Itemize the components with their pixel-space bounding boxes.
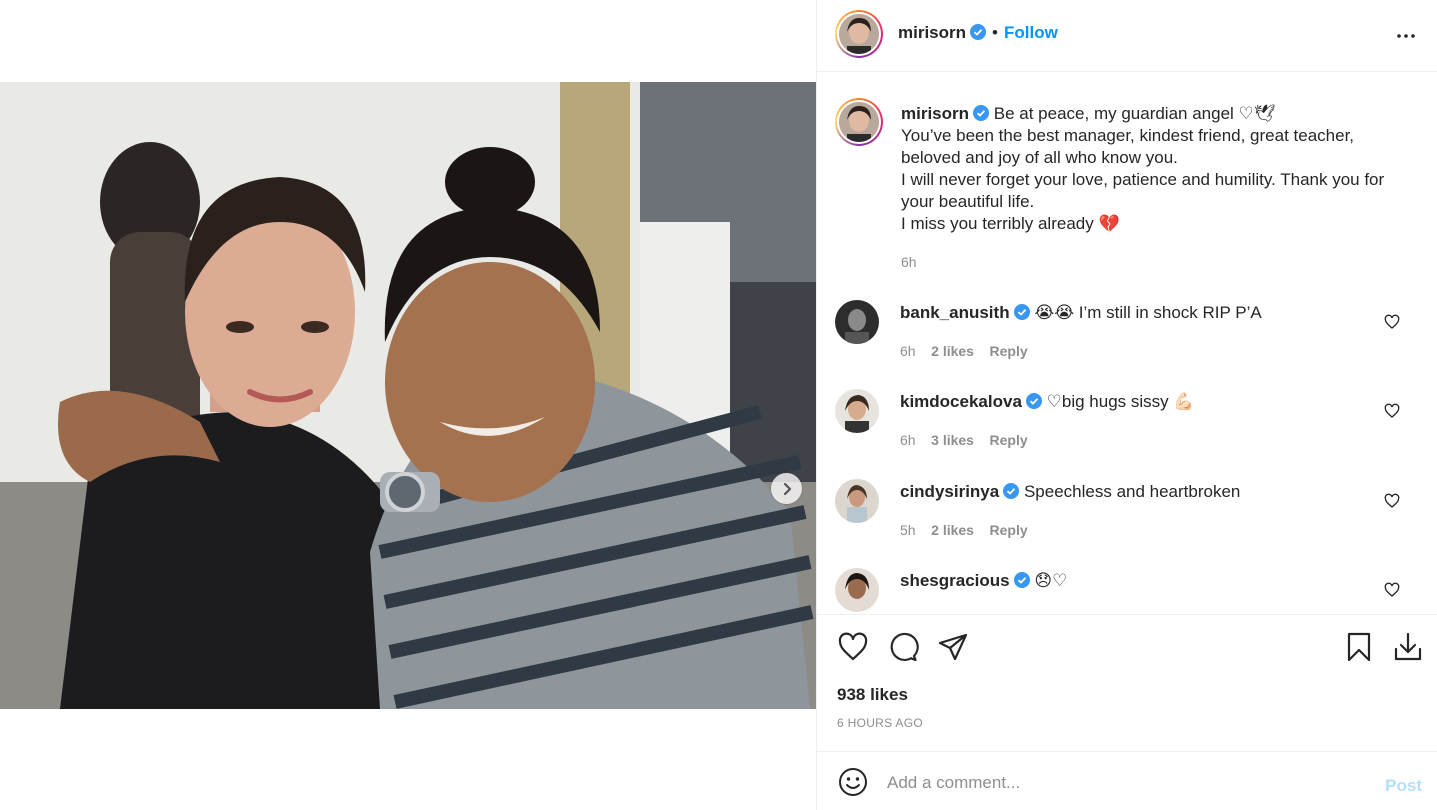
- heart-icon[interactable]: [837, 631, 869, 663]
- comment-time[interactable]: 5h: [900, 522, 916, 538]
- comment-username[interactable]: cindysirinya: [900, 482, 999, 501]
- comment-item: cindysirinya Speechless and heartbroken …: [835, 479, 1420, 549]
- comment-body: kimdocekalova ♡big hugs sissy 💪🏻: [900, 391, 1195, 413]
- comment-text: 😭😭 I’m still in shock RIP P’A: [1034, 303, 1262, 322]
- author-username[interactable]: mirisorn: [898, 23, 966, 42]
- caption-line: Be at peace, my guardian angel ♡🕊: [993, 104, 1276, 123]
- author-avatar[interactable]: [835, 10, 883, 58]
- caption-line: I will never forget your love, patience …: [901, 170, 1385, 189]
- next-photo-button[interactable]: [771, 473, 802, 504]
- share-icon[interactable]: [937, 631, 969, 663]
- commenter-avatar[interactable]: [835, 568, 879, 612]
- commenter-avatar-image: [835, 568, 879, 612]
- comment-heart-icon[interactable]: [1384, 493, 1400, 509]
- caption-avatar[interactable]: [835, 98, 883, 146]
- comment-item: kimdocekalova ♡big hugs sissy 💪🏻 6h 3 li…: [835, 389, 1420, 459]
- download-icon[interactable]: [1392, 631, 1424, 663]
- comment-icon[interactable]: [887, 631, 919, 663]
- comment-username[interactable]: bank_anusith: [900, 303, 1010, 322]
- comment-item: bank_anusith 😭😭 I’m still in shock RIP P…: [835, 300, 1420, 370]
- reply-button[interactable]: Reply: [990, 343, 1028, 359]
- reply-button[interactable]: Reply: [990, 432, 1028, 448]
- comment-body: shesgracious 😞♡: [900, 570, 1067, 592]
- verified-badge-icon: [1013, 304, 1030, 320]
- comment-heart-icon[interactable]: [1384, 403, 1400, 419]
- header-user-line: mirisorn • Follow: [898, 23, 1058, 43]
- chevron-right-icon: [783, 482, 791, 495]
- post-photo[interactable]: [0, 82, 816, 709]
- verified-badge-icon: [1003, 483, 1020, 499]
- caption-username[interactable]: mirisorn: [901, 104, 969, 123]
- comment-username[interactable]: shesgracious: [900, 571, 1010, 590]
- commenter-avatar-image: [835, 389, 879, 433]
- caption-line: I miss you terribly already 💔: [901, 214, 1120, 233]
- caption-avatar-image: [839, 102, 879, 142]
- comment-time[interactable]: 6h: [900, 432, 916, 448]
- photo-illustration: [0, 82, 816, 709]
- emoji-icon[interactable]: [837, 766, 869, 798]
- likes-count[interactable]: 938 likes: [837, 685, 908, 705]
- bookmark-icon[interactable]: [1343, 631, 1375, 663]
- comment-meta: 6h 2 likes Reply: [900, 343, 1028, 359]
- post-sidebar: mirisorn • Follow mirisorn Be at peace, my…: [816, 0, 1437, 810]
- commenter-avatar-image: [835, 300, 879, 344]
- post-comment-button[interactable]: Post: [1385, 776, 1422, 796]
- post-header: mirisorn • Follow: [817, 0, 1437, 72]
- comment-text: ♡big hugs sissy 💪🏻: [1046, 392, 1195, 411]
- verified-badge-icon: [970, 24, 987, 40]
- comment-heart-icon[interactable]: [1384, 314, 1400, 330]
- comment-heart-icon[interactable]: [1384, 582, 1400, 598]
- commenter-avatar[interactable]: [835, 300, 879, 344]
- comment-meta: 6h 3 likes Reply: [900, 432, 1028, 448]
- caption-line: beloved and joy of all who know you.: [901, 148, 1178, 167]
- comment-text: Speechless and heartbroken: [1023, 482, 1241, 501]
- commenter-avatar-image: [835, 479, 879, 523]
- verified-badge-icon: [1013, 572, 1030, 588]
- post-actions: 938 likes 6 HOURS AGO: [817, 614, 1437, 750]
- comment-meta: 5h 2 likes Reply: [900, 522, 1028, 538]
- comment-likes[interactable]: 2 likes: [931, 522, 974, 538]
- comment-likes[interactable]: 3 likes: [931, 432, 974, 448]
- caption-line: your beautiful life.: [901, 192, 1035, 211]
- commenter-avatar[interactable]: [835, 479, 879, 523]
- comment-text: 😞♡: [1034, 571, 1068, 590]
- verified-badge-icon: [973, 105, 990, 121]
- caption-line: You’ve been the best manager, kindest fr…: [901, 126, 1355, 145]
- more-horizontal-icon[interactable]: [1394, 24, 1418, 48]
- media-pane: [0, 0, 816, 810]
- comment-body: cindysirinya Speechless and heartbroken: [900, 481, 1240, 503]
- follow-button[interactable]: Follow: [1004, 23, 1058, 42]
- separator-dot: •: [992, 23, 998, 42]
- comment-likes[interactable]: 2 likes: [931, 343, 974, 359]
- caption-timestamp[interactable]: 6h: [901, 251, 1421, 273]
- post-caption: mirisorn Be at peace, my guardian angel …: [901, 103, 1421, 273]
- verified-badge-icon: [1025, 393, 1042, 409]
- commenter-avatar[interactable]: [835, 389, 879, 433]
- comment-item: shesgracious 😞♡: [835, 568, 1420, 614]
- comment-username[interactable]: kimdocekalova: [900, 392, 1022, 411]
- comment-body: bank_anusith 😭😭 I’m still in shock RIP P…: [900, 302, 1262, 324]
- reply-button[interactable]: Reply: [990, 522, 1028, 538]
- post-timestamp[interactable]: 6 HOURS AGO: [837, 716, 923, 730]
- comment-input[interactable]: [887, 771, 1357, 795]
- comments-scroll[interactable]: mirisorn Be at peace, my guardian angel …: [817, 73, 1437, 614]
- author-avatar-image: [839, 14, 879, 54]
- comment-time[interactable]: 6h: [900, 343, 916, 359]
- comment-composer: Post: [817, 751, 1437, 810]
